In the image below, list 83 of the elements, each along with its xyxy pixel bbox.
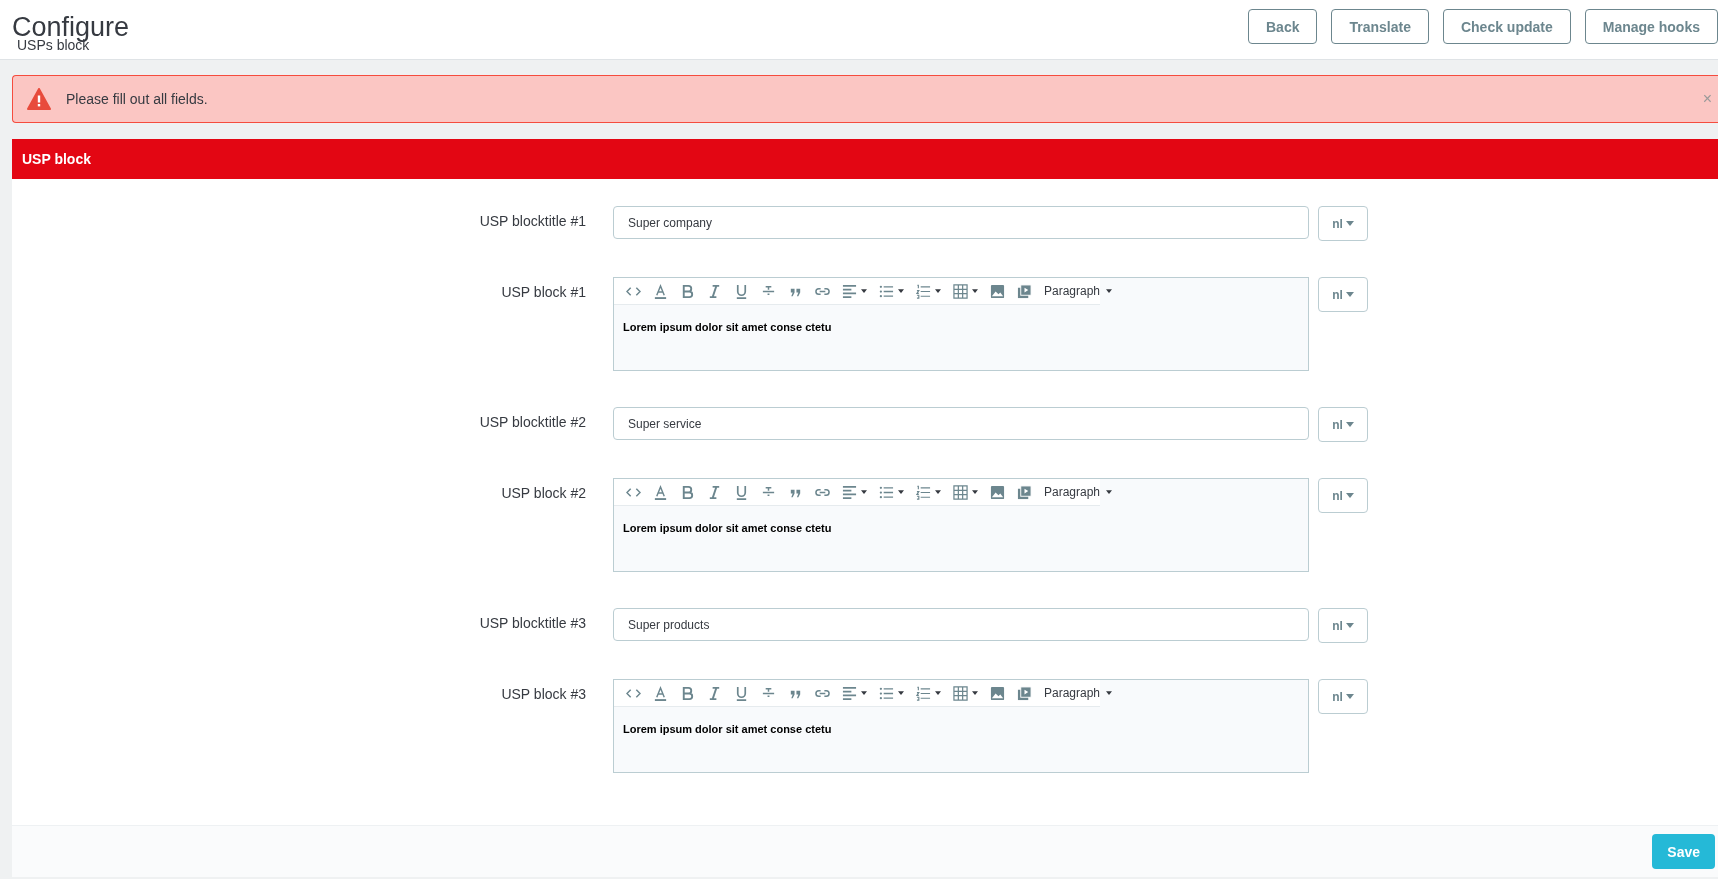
numbered-list-icon[interactable] (916, 283, 931, 299)
caret-icon[interactable] (935, 289, 941, 293)
image-icon[interactable] (990, 685, 1005, 701)
editor-content: Lorem ipsum dolor sit amet conse ctetu (622, 320, 833, 335)
panel-heading: USP block (12, 139, 1718, 179)
field-label: USP blocktitle #3 (478, 614, 587, 631)
numbered-list-icon[interactable] (916, 685, 931, 701)
bullet-list-icon[interactable] (879, 484, 894, 500)
underline-icon[interactable] (734, 685, 749, 701)
toolbar-button[interactable]: Back (1248, 9, 1318, 44)
table-icon[interactable] (953, 484, 968, 500)
caret-icon[interactable] (861, 289, 867, 293)
image-icon[interactable] (990, 484, 1005, 500)
editor-content: Lorem ipsum dolor sit amet conse ctetu (622, 521, 833, 536)
caret-icon (1345, 694, 1354, 699)
font-color-icon[interactable] (653, 484, 668, 500)
caret-icon (1106, 691, 1113, 695)
field-label: USP blocktitle #1 (478, 212, 587, 229)
caret-icon[interactable] (898, 490, 904, 494)
bold-icon[interactable] (680, 283, 695, 299)
editor-content: Lorem ipsum dolor sit amet conse ctetu (622, 722, 833, 737)
format-dropdown[interactable]: Paragraph (1038, 485, 1119, 499)
field-label: USP blocktitle #2 (478, 413, 587, 430)
caret-icon[interactable] (935, 490, 941, 494)
rich-text-editor[interactable]: Paragraph Lorem ipsum dolor sit amet conse ctetu (613, 277, 1309, 371)
language-dropdown[interactable]: nl (1318, 277, 1368, 312)
caret-icon[interactable] (972, 289, 978, 293)
language-dropdown[interactable]: nl (1318, 679, 1368, 714)
bullet-list-icon[interactable] (879, 283, 894, 299)
format-dropdown[interactable]: Paragraph (1038, 284, 1119, 298)
caret-icon[interactable] (861, 691, 867, 695)
table-icon[interactable] (953, 685, 968, 701)
caret-icon (1345, 493, 1354, 498)
rich-text-editor[interactable]: Paragraph Lorem ipsum dolor sit amet conse ctetu (613, 679, 1309, 773)
media-icon[interactable] (1017, 484, 1032, 500)
media-icon[interactable] (1017, 685, 1032, 701)
language-dropdown[interactable]: nl (1318, 608, 1368, 643)
caret-icon[interactable] (898, 289, 904, 293)
underline-icon[interactable] (734, 484, 749, 500)
bold-icon[interactable] (680, 484, 695, 500)
image-icon[interactable] (990, 283, 1005, 299)
caret-icon[interactable] (898, 691, 904, 695)
warning-icon (27, 88, 51, 110)
language-dropdown[interactable]: nl (1318, 478, 1368, 513)
text-input-field[interactable]: Super service (613, 407, 1309, 440)
text-input-field[interactable]: Super company (613, 206, 1309, 239)
caret-icon (1106, 490, 1113, 494)
caret-icon (1345, 292, 1354, 297)
caret-icon (1345, 422, 1354, 427)
field-label: USP block #3 (500, 685, 587, 702)
caret-icon[interactable] (972, 490, 978, 494)
bullet-list-icon[interactable] (879, 685, 894, 701)
media-icon[interactable] (1017, 283, 1032, 299)
numbered-list-icon[interactable] (916, 484, 931, 500)
caret-icon (1345, 623, 1354, 628)
caret-icon (1345, 221, 1354, 226)
italic-icon[interactable] (707, 283, 722, 299)
font-color-icon[interactable] (653, 685, 668, 701)
language-dropdown[interactable]: nl (1318, 407, 1368, 442)
toolbar-button[interactable]: Check update (1442, 9, 1571, 44)
caret-icon[interactable] (861, 490, 867, 494)
align-left-icon[interactable] (842, 283, 857, 299)
italic-icon[interactable] (707, 484, 722, 500)
language-dropdown[interactable]: nl (1318, 206, 1368, 241)
text-input-field[interactable]: Super products (613, 608, 1309, 641)
table-icon[interactable] (953, 283, 968, 299)
alert-message: Please fill out all fields. (66, 91, 208, 107)
save-button[interactable]: Save (1652, 834, 1715, 869)
font-color-icon[interactable] (653, 283, 668, 299)
caret-icon (1106, 289, 1113, 293)
caret-icon[interactable] (935, 691, 941, 695)
field-label: USP block #1 (500, 283, 587, 300)
toolbar-button[interactable]: Translate (1331, 9, 1429, 44)
format-dropdown[interactable]: Paragraph (1038, 686, 1119, 700)
field-label: USP block #2 (500, 484, 587, 501)
rich-text-editor[interactable]: Paragraph Lorem ipsum dolor sit amet conse ctetu (613, 478, 1309, 572)
toolbar-button[interactable]: Manage hooks (1584, 9, 1718, 44)
align-left-icon[interactable] (842, 484, 857, 500)
caret-icon[interactable] (972, 691, 978, 695)
align-left-icon[interactable] (842, 685, 857, 701)
bold-icon[interactable] (680, 685, 695, 701)
italic-icon[interactable] (707, 685, 722, 701)
underline-icon[interactable] (734, 283, 749, 299)
